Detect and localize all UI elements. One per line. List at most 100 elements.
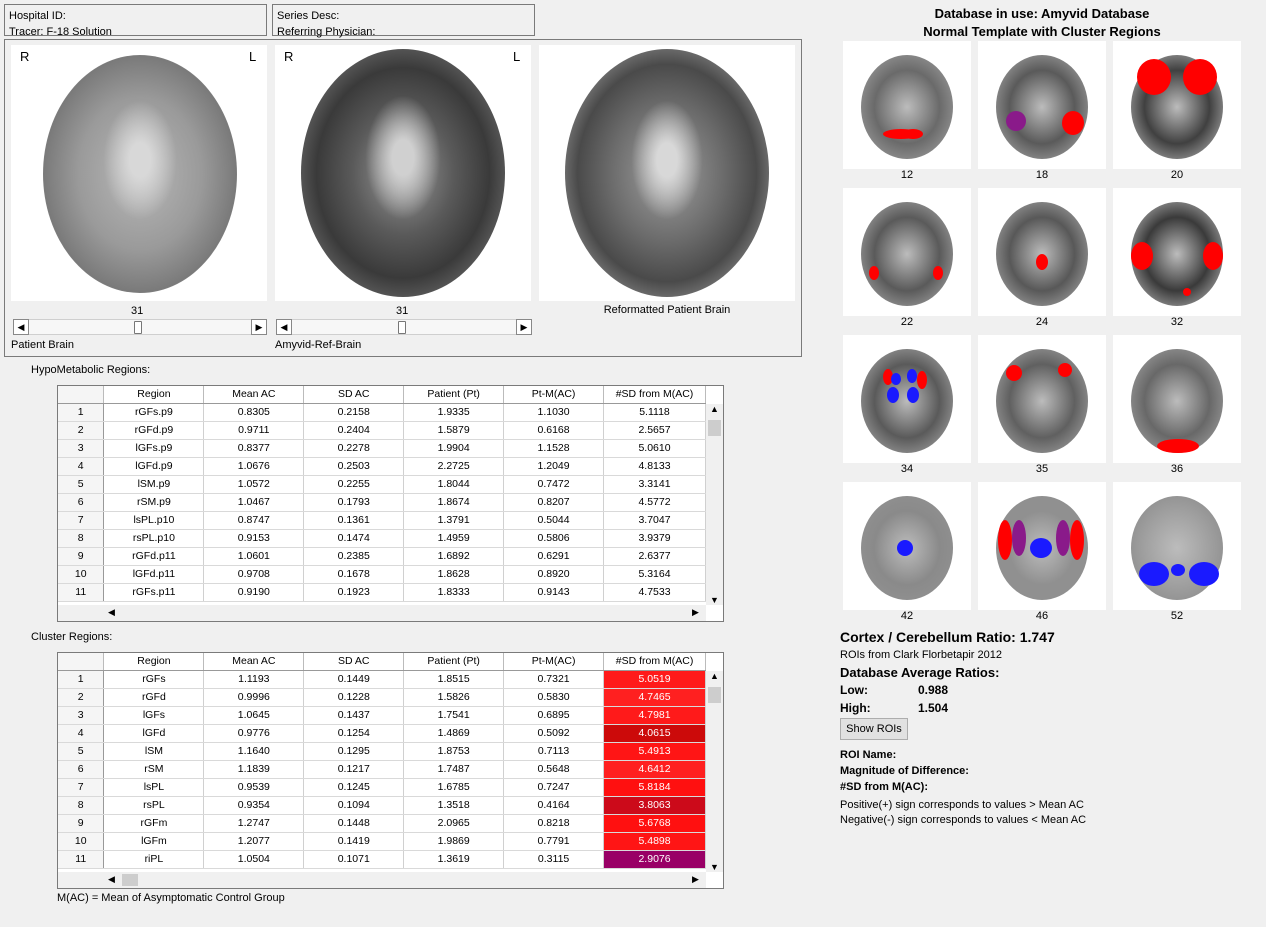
- vertical-scrollbar[interactable]: ▲ ▼: [706, 671, 723, 872]
- scroll-thumb[interactable]: [708, 687, 721, 703]
- table-cell: 0.2385: [303, 547, 405, 566]
- template-slice-image[interactable]: [1113, 335, 1241, 463]
- table-row[interactable]: 8 rsPL 0.9354 0.1094 1.3518 0.4164 3.8063: [58, 796, 706, 815]
- table-cell: rGFd.p11: [103, 547, 205, 566]
- column-header[interactable]: SD AC: [303, 653, 405, 671]
- table-cell: 0.7113: [503, 742, 605, 761]
- column-header[interactable]: Region: [103, 386, 205, 404]
- template-slice-image[interactable]: [978, 335, 1106, 463]
- column-header[interactable]: Region: [103, 653, 205, 671]
- table-row[interactable]: 11 riPL 1.0504 0.1071 1.3619 0.3115 2.9076: [58, 850, 706, 869]
- patient-brain-view[interactable]: R L: [11, 45, 267, 301]
- table-row[interactable]: 1 rGFs.p9 0.8305 0.2158 1.9335 1.1030 5.1118: [58, 403, 706, 422]
- table-row[interactable]: 5 lSM.p9 1.0572 0.2255 1.8044 0.7472 3.3141: [58, 475, 706, 494]
- scroll-up-icon[interactable]: ▲: [706, 671, 723, 685]
- table-cell: 0.6168: [503, 421, 605, 440]
- slider-left-arrow-icon[interactable]: ◀: [13, 319, 29, 335]
- show-rois-button[interactable]: Show ROIs: [840, 718, 908, 740]
- table-row[interactable]: 3 lGFs.p9 0.8377 0.2278 1.9904 1.1528 5.0610: [58, 439, 706, 458]
- table-cell: 4.7981: [603, 706, 706, 725]
- scroll-left-icon[interactable]: ◀: [108, 874, 115, 885]
- table-row[interactable]: 6 rSM 1.1839 0.1217 1.7487 0.5648 4.6412: [58, 760, 706, 779]
- table-row[interactable]: 2 rGFd.p9 0.9711 0.2404 1.5879 0.6168 2.5657: [58, 421, 706, 440]
- template-slice-image[interactable]: [1113, 188, 1241, 316]
- scroll-left-icon[interactable]: ◀: [108, 607, 115, 618]
- reformatted-brain-view[interactable]: [539, 45, 795, 301]
- column-header[interactable]: Mean AC: [203, 653, 305, 671]
- row-number: 11: [58, 583, 105, 602]
- template-slice-image[interactable]: [1113, 482, 1241, 610]
- template-slice-image[interactable]: [843, 41, 971, 169]
- template-slice-image[interactable]: [843, 335, 971, 463]
- table-row[interactable]: 8 rsPL.p10 0.9153 0.1474 1.4959 0.5806 3.9379: [58, 529, 706, 548]
- horizontal-scrollbar[interactable]: ◀ ▶: [58, 605, 706, 621]
- table-row[interactable]: 6 rSM.p9 1.0467 0.1793 1.8674 0.8207 4.5772: [58, 493, 706, 512]
- template-slice-number: 46: [1035, 610, 1049, 622]
- table-cell: 1.0467: [203, 493, 305, 512]
- roi-region: [1006, 111, 1026, 131]
- left-marker: L: [249, 49, 257, 64]
- template-slice-image[interactable]: [978, 188, 1106, 316]
- scroll-right-icon[interactable]: ▶: [692, 607, 699, 618]
- template-slice-image[interactable]: [843, 188, 971, 316]
- table-row[interactable]: 9 rGFd.p11 1.0601 0.2385 1.6892 0.6291 2.6377: [58, 547, 706, 566]
- slider-thumb[interactable]: [398, 321, 407, 334]
- column-header[interactable]: Patient (Pt): [403, 653, 505, 671]
- vertical-scrollbar[interactable]: ▲ ▼: [706, 404, 723, 605]
- column-header[interactable]: #SD from M(AC): [603, 653, 706, 671]
- column-header[interactable]: Patient (Pt): [403, 386, 505, 404]
- table-cell: 1.1640: [203, 742, 305, 761]
- table-row[interactable]: 4 lGFd.p9 1.0676 0.2503 2.2725 1.2049 4.8133: [58, 457, 706, 476]
- table-row[interactable]: 7 lsPL.p10 0.8747 0.1361 1.3791 0.5044 3.7047: [58, 511, 706, 530]
- template-slice-number: 22: [900, 316, 914, 328]
- slider-thumb[interactable]: [134, 321, 143, 334]
- column-header[interactable]: Mean AC: [203, 386, 305, 404]
- row-number: 7: [58, 778, 105, 797]
- cluster-table[interactable]: Region Mean AC SD AC Patient (Pt) Pt-M(AC) #S…: [57, 652, 724, 889]
- low-label: Low:: [840, 683, 868, 697]
- corner-header: [58, 653, 105, 671]
- template-slice-image[interactable]: [978, 482, 1106, 610]
- table-cell: 0.2158: [303, 403, 405, 422]
- template-slice-image[interactable]: [1113, 41, 1241, 169]
- high-value: 1.504: [918, 701, 949, 715]
- table-row[interactable]: 3 lGFs 1.0645 0.1437 1.7541 0.6895 4.7981: [58, 706, 706, 725]
- slider-right-arrow-icon[interactable]: ▶: [251, 319, 267, 335]
- template-slice-number: 24: [1035, 316, 1049, 328]
- table-cell: 1.4869: [403, 724, 505, 743]
- scroll-thumb[interactable]: [708, 420, 721, 436]
- table-row[interactable]: 1 rGFs 1.1193 0.1449 1.8515 0.7321 5.0519: [58, 670, 706, 689]
- column-header[interactable]: SD AC: [303, 386, 405, 404]
- scroll-down-icon[interactable]: ▼: [706, 862, 723, 872]
- scroll-down-icon[interactable]: ▼: [706, 595, 723, 605]
- table-row[interactable]: 2 rGFd 0.9996 0.1228 1.5826 0.5830 4.7465: [58, 688, 706, 707]
- slider-left-arrow-icon[interactable]: ◀: [276, 319, 292, 335]
- scroll-right-icon[interactable]: ▶: [692, 874, 699, 885]
- magnitude-label: Magnitude of Difference:: [840, 765, 969, 777]
- horizontal-scrollbar[interactable]: ◀ ▶: [58, 872, 706, 888]
- table-row[interactable]: 4 lGFd 0.9776 0.1254 1.4869 0.5092 4.0615: [58, 724, 706, 743]
- table-cell: 1.7487: [403, 760, 505, 779]
- slider-right-arrow-icon[interactable]: ▶: [516, 319, 532, 335]
- hypometabolic-table[interactable]: Region Mean AC SD AC Patient (Pt) Pt-M(AC) #S…: [57, 385, 724, 622]
- table-row[interactable]: 11 rGFs.p11 0.9190 0.1923 1.8333 0.9143 4.7533: [58, 583, 706, 602]
- column-header[interactable]: Pt-M(AC): [503, 386, 605, 404]
- reference-brain-view[interactable]: R L: [275, 45, 531, 301]
- table-row[interactable]: 10 lGFd.p11 0.9708 0.1678 1.8628 0.8920 5.3164: [58, 565, 706, 584]
- row-number: 5: [58, 475, 105, 494]
- column-header[interactable]: #SD from M(AC): [603, 386, 706, 404]
- table-row[interactable]: 7 lsPL 0.9539 0.1245 1.6785 0.7247 5.8184: [58, 778, 706, 797]
- table-row[interactable]: 5 lSM 1.1640 0.1295 1.8753 0.7113 5.4913: [58, 742, 706, 761]
- table-row[interactable]: 10 lGFm 1.2077 0.1419 1.9869 0.7791 5.4898: [58, 832, 706, 851]
- scroll-thumb[interactable]: [122, 874, 138, 886]
- template-slice-image[interactable]: [843, 482, 971, 610]
- patient-slice-slider[interactable]: ◀ ▶: [13, 319, 267, 335]
- template-slice-image[interactable]: [978, 41, 1106, 169]
- table-cell: lSM.p9: [103, 475, 205, 494]
- table-row[interactable]: 9 rGFm 1.2747 0.1448 2.0965 0.8218 5.6768: [58, 814, 706, 833]
- series-info-box: Series Desc: Referring Physician:: [272, 4, 535, 38]
- column-header[interactable]: Pt-M(AC): [503, 653, 605, 671]
- reference-slice-slider[interactable]: ◀ ▶: [276, 319, 532, 335]
- scroll-up-icon[interactable]: ▲: [706, 404, 723, 418]
- table-cell: 0.1295: [303, 742, 405, 761]
